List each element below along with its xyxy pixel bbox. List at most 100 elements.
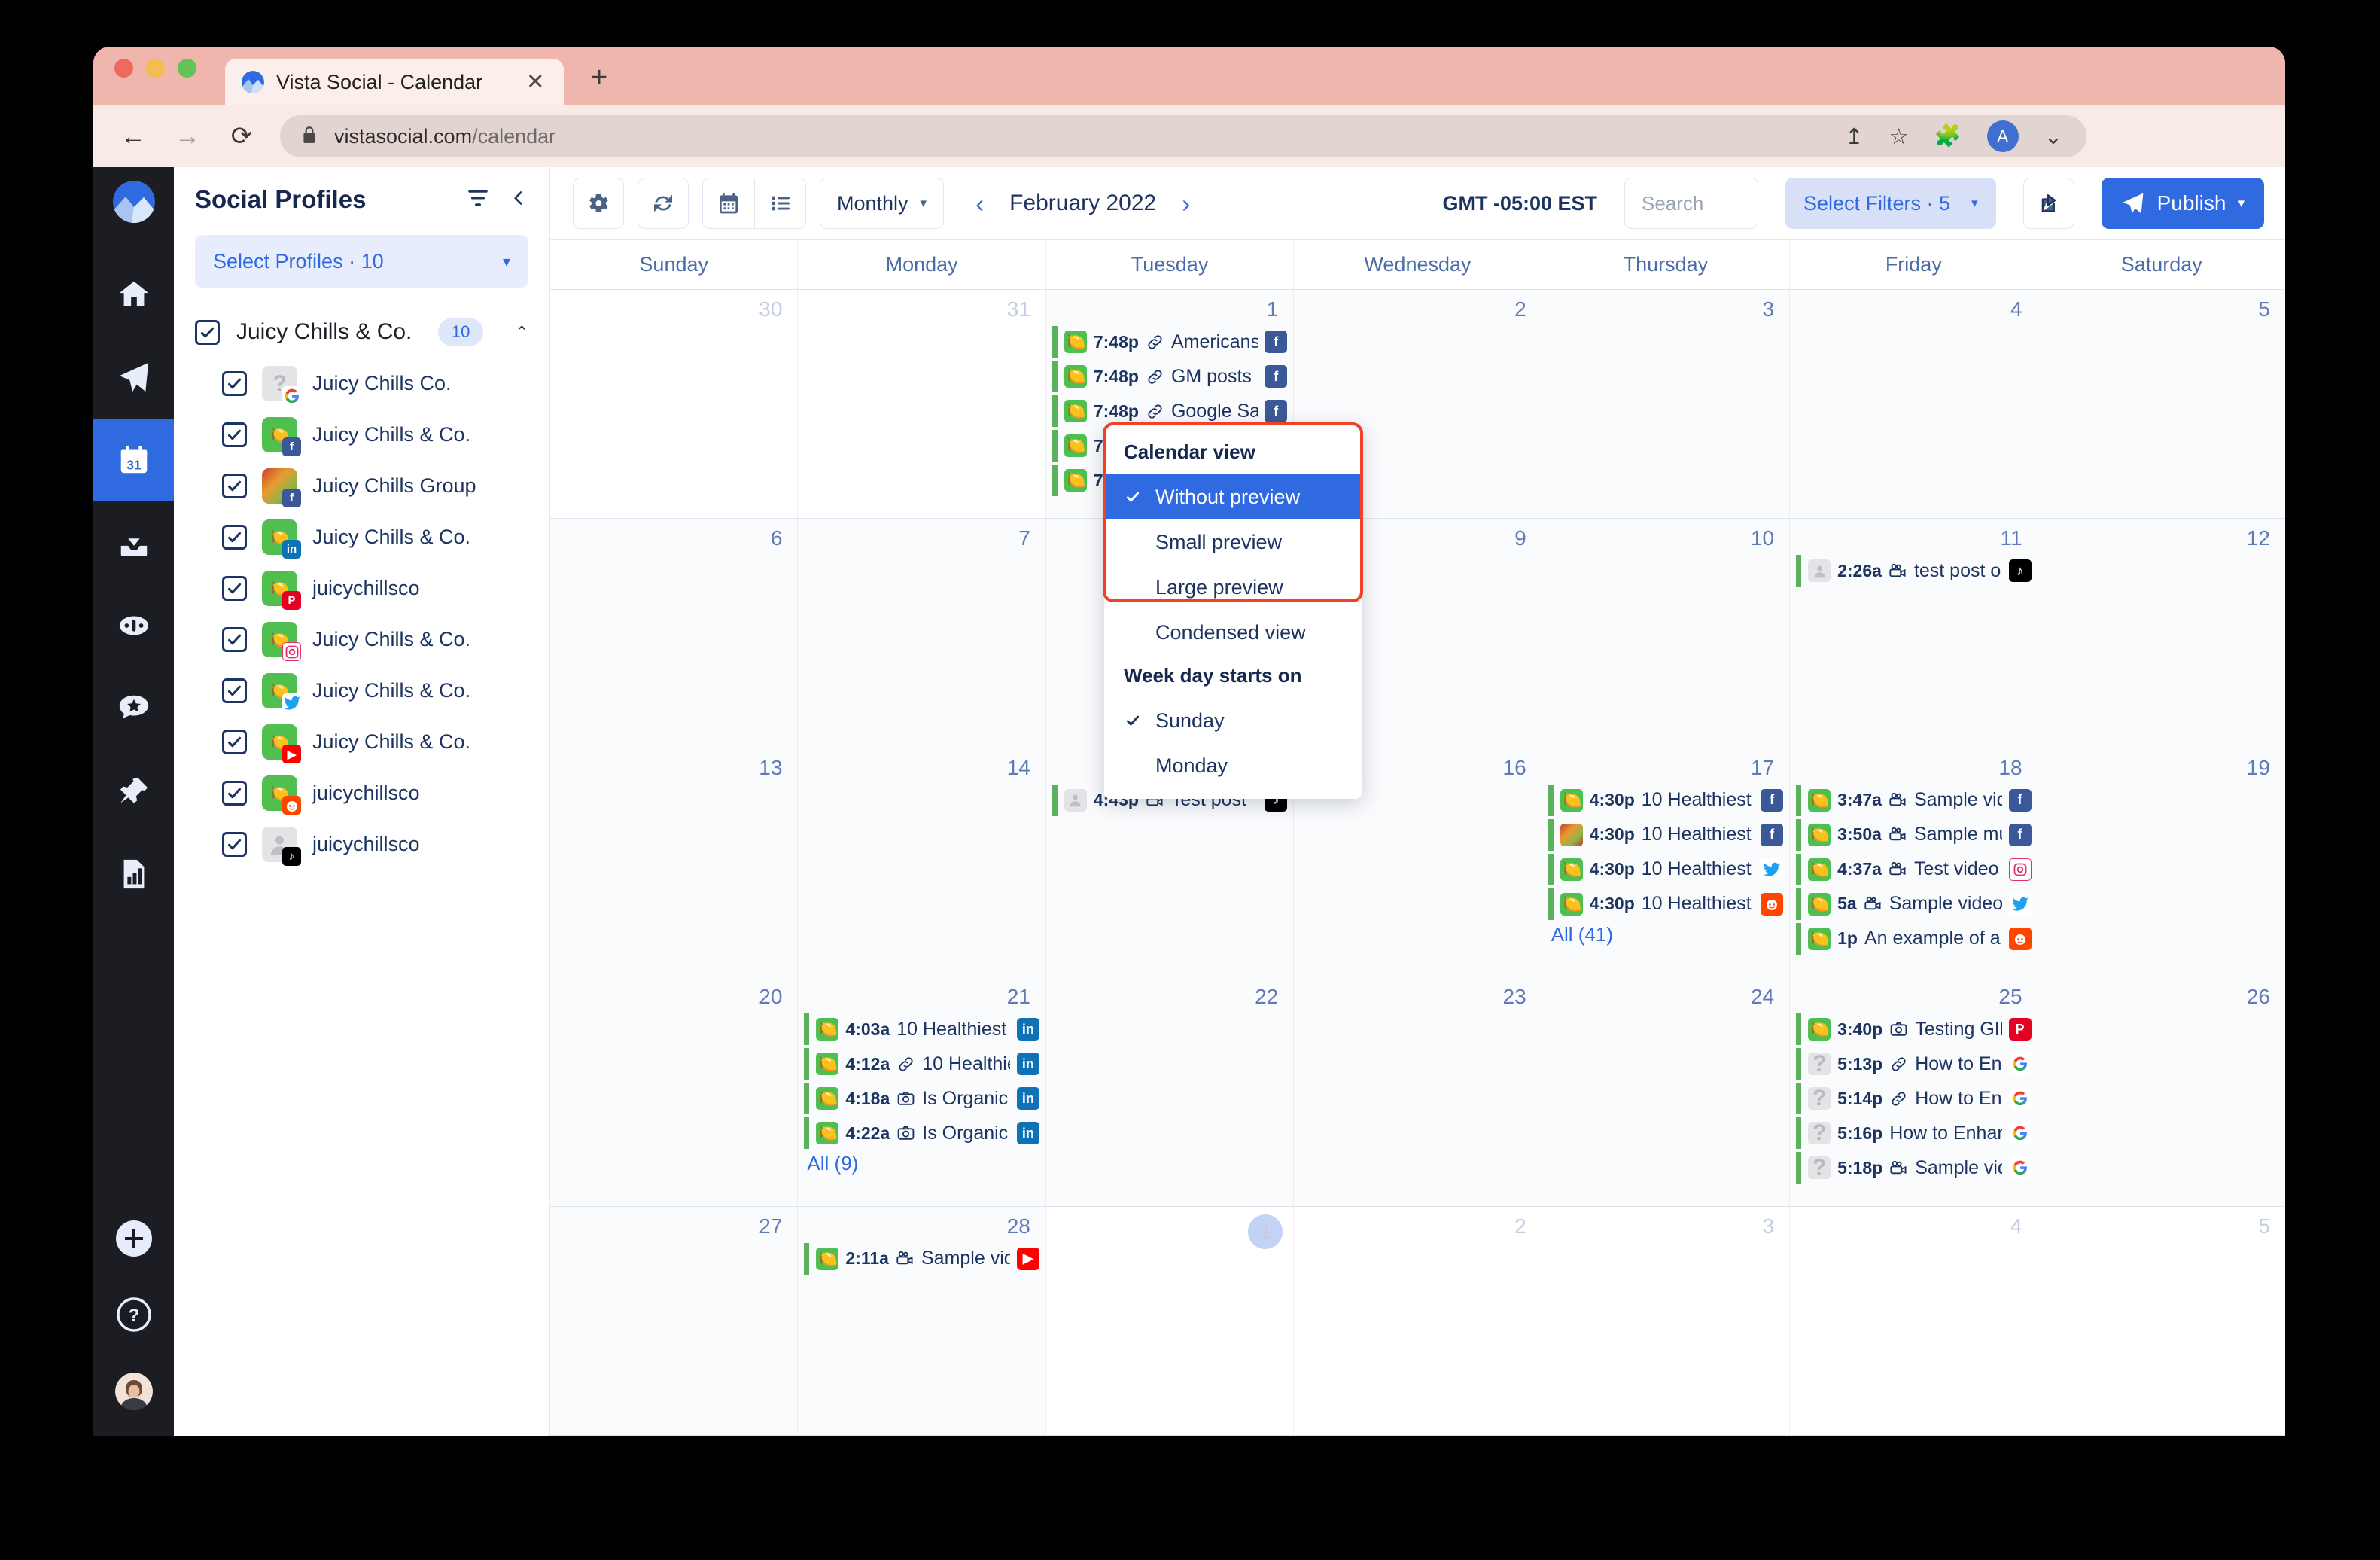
settings-gear-button[interactable] <box>573 178 624 229</box>
group-checkbox[interactable] <box>195 319 220 345</box>
sidebar-item-reviews[interactable] <box>93 667 174 750</box>
select-profiles-dropdown[interactable]: Select Profiles · 10 ▾ <box>195 235 528 288</box>
calendar-event[interactable]: 🍋 3:40p Testing GIF P <box>1796 1013 2032 1046</box>
calendar-day-cell[interactable]: 1 <box>1045 1206 1295 1436</box>
calendar-day-cell[interactable]: 21 🍋 4:03a 10 Healthiest (in 🍋 4:12a 10 Health… <box>798 977 1046 1206</box>
calendar-day-cell[interactable]: 25 🍋 3:40p Testing GIF P? 5:13p How to Enhc? 5:… <box>1790 977 2038 1206</box>
calendar-day-cell[interactable]: 7 <box>798 519 1046 748</box>
next-month-button[interactable]: › <box>1176 191 1196 216</box>
calendar-day-cell[interactable]: 13 <box>550 748 799 977</box>
calendar-day-cell[interactable]: 27 <box>550 1206 799 1436</box>
calendar-day-cell[interactable]: 24 <box>1542 977 1791 1206</box>
calendar-day-cell[interactable]: 26 <box>2038 977 2285 1206</box>
sidebar-item-reports[interactable] <box>93 833 174 916</box>
calendar-event[interactable]: 4:30p 10 Healthiest (f <box>1548 818 1784 851</box>
profile-checkbox[interactable] <box>222 832 247 857</box>
calendar-day-cell[interactable]: 28 🍋 2:11a Sample vide ▶ <box>798 1206 1046 1436</box>
calendar-day-cell[interactable]: 31 <box>798 290 1046 519</box>
calendar-event[interactable]: ? 5:13p How to Enhc <box>1796 1048 2032 1080</box>
address-bar[interactable]: vistasocial.com/calendar ↥ ☆ 🧩 A ⌄ <box>280 115 2086 157</box>
maximize-window-button[interactable] <box>178 58 196 78</box>
calendar-event[interactable]: 🍋 4:03a 10 Healthiest (in <box>804 1013 1039 1046</box>
profile-list-item[interactable]: 🍋 Juicy Chills & Co. <box>222 622 528 661</box>
close-tab-button[interactable]: ✕ <box>526 71 544 93</box>
close-window-button[interactable] <box>114 58 133 78</box>
calendar-event[interactable]: 🍋 4:30p 10 Healthiest (f <box>1548 784 1784 816</box>
profile-list-item[interactable]: ? Juicy Chills Co. <box>222 366 528 405</box>
calendar-day-cell[interactable]: 4 <box>1790 1206 2038 1436</box>
calendar-day-cell[interactable]: 30 <box>550 290 799 519</box>
profile-checkbox[interactable] <box>222 678 247 703</box>
sidebar-item-pin[interactable] <box>93 750 174 833</box>
calendar-event[interactable]: 🍋 7:48p Americans l f <box>1052 326 1288 358</box>
profile-checkbox[interactable] <box>222 422 247 447</box>
calendar-event[interactable]: ? 5:18p Sample vide <box>1796 1152 2032 1184</box>
calendar-event[interactable]: 🍋 7:48p Google Sale f <box>1052 395 1288 427</box>
sidebar-item-calendar[interactable]: 31 <box>93 419 174 501</box>
chevron-up-icon[interactable]: ⌃ <box>515 323 528 342</box>
add-button[interactable] <box>115 1220 152 1260</box>
week-start-option[interactable]: Sunday <box>1104 698 1362 743</box>
calendar-event[interactable]: 🍋 4:30p 10 Healthiest ( <box>1548 888 1784 920</box>
refresh-button[interactable] <box>638 178 689 229</box>
calendar-event[interactable]: 🍋 3:47a Sample vid f <box>1796 784 2032 816</box>
reload-button[interactable]: ⟳ <box>226 121 257 151</box>
profile-checkbox[interactable] <box>222 576 247 601</box>
calendar-view-option[interactable]: Small preview <box>1104 519 1362 565</box>
calendar-event[interactable]: 🍋 3:50a Sample mu f <box>1796 818 2032 851</box>
calendar-view-option[interactable]: Large preview <box>1104 565 1362 610</box>
calendar-event[interactable]: 🍋 4:22a Is Organic J in <box>804 1117 1039 1150</box>
profile-list-item[interactable]: 🍋 in Juicy Chills & Co. <box>222 519 528 559</box>
share-calendar-button[interactable] <box>2022 178 2074 229</box>
calendar-event[interactable]: 🍋 4:37a Test video p <box>1796 853 2032 885</box>
calendar-day-cell[interactable]: 3 <box>1542 1206 1791 1436</box>
calendar-day-cell[interactable]: 12 <box>2038 519 2285 748</box>
profile-checkbox[interactable] <box>222 627 247 652</box>
calendar-day-cell[interactable]: 20 <box>550 977 799 1206</box>
week-start-option[interactable]: Monday <box>1104 743 1362 788</box>
calendar-event[interactable]: ? 5:14p How to Enhc <box>1796 1083 2032 1115</box>
calendar-view-option[interactable]: Condensed view <box>1104 610 1362 655</box>
show-all-events-link[interactable]: All (41) <box>1548 923 1783 946</box>
profile-list-item[interactable]: 🍋 Juicy Chills & Co. <box>222 673 528 712</box>
calendar-day-cell[interactable]: 4 <box>1790 290 2038 519</box>
calendar-event[interactable]: 🍋 4:12a 10 Healthiest in <box>804 1048 1039 1080</box>
search-box[interactable] <box>1624 178 1758 229</box>
vista-social-logo[interactable] <box>112 181 155 223</box>
new-tab-button[interactable]: + <box>591 63 607 105</box>
calendar-event[interactable]: 🍋 4:30p 10 Healthiest ( <box>1548 853 1784 885</box>
calendar-day-cell[interactable]: 23 <box>1294 977 1542 1206</box>
profile-checkbox[interactable] <box>222 781 247 806</box>
profile-list-item[interactable]: 🍋 juicychillsco <box>222 775 528 815</box>
calendar-view-option[interactable]: Without preview <box>1104 474 1362 519</box>
publish-button[interactable]: Publish ▾ <box>2101 178 2264 229</box>
calendar-event[interactable]: 🍋 7:48p GM posts re f <box>1052 361 1288 392</box>
browser-profile-avatar[interactable]: A <box>1986 120 2019 152</box>
profile-list-item[interactable]: 🍋 ▶ Juicy Chills & Co. <box>222 724 528 763</box>
calendar-event[interactable]: 🍋 2:11a Sample vide ▶ <box>804 1242 1039 1275</box>
calendar-day-cell[interactable]: 5 <box>2038 290 2285 519</box>
calendar-day-cell[interactable]: 18 🍋 3:47a Sample vid f 🍋 3:50a Sample mu f 🍋 4:37… <box>1790 748 2038 977</box>
sidebar-item-inbox[interactable] <box>93 501 174 584</box>
calendar-event[interactable]: 🍋 5a Sample video <box>1796 888 2032 920</box>
period-select[interactable]: Monthly ▾ <box>820 178 945 229</box>
profile-list-item[interactable]: ♪ juicychillsco <box>222 827 528 866</box>
browser-menu-icon[interactable]: ⌄ <box>2044 123 2062 150</box>
calendar-event[interactable]: 🍋 1p An example of a <box>1796 922 2032 955</box>
profile-checkbox[interactable] <box>222 730 247 754</box>
profile-list-item[interactable]: 🍋 f Juicy Chills & Co. <box>222 417 528 456</box>
back-button[interactable]: ← <box>117 122 149 151</box>
help-icon[interactable]: ? <box>116 1296 152 1336</box>
list-view-button[interactable] <box>754 178 805 228</box>
extensions-puzzle-icon[interactable]: 🧩 <box>1934 123 1962 149</box>
user-avatar[interactable] <box>114 1373 153 1410</box>
calendar-day-cell[interactable]: 22 <box>1045 977 1295 1206</box>
chevron-left-icon[interactable] <box>509 188 528 212</box>
show-all-events-link[interactable]: All (9) <box>804 1152 1039 1175</box>
bookmark-star-icon[interactable]: ☆ <box>1889 123 1909 150</box>
minimize-window-button[interactable] <box>146 58 165 78</box>
previous-month-button[interactable]: ‹ <box>969 191 990 216</box>
calendar-day-cell[interactable]: 2 <box>1294 1206 1542 1436</box>
filter-icon[interactable] <box>467 187 489 213</box>
profile-list-item[interactable]: f Juicy Chills Group <box>222 468 528 507</box>
